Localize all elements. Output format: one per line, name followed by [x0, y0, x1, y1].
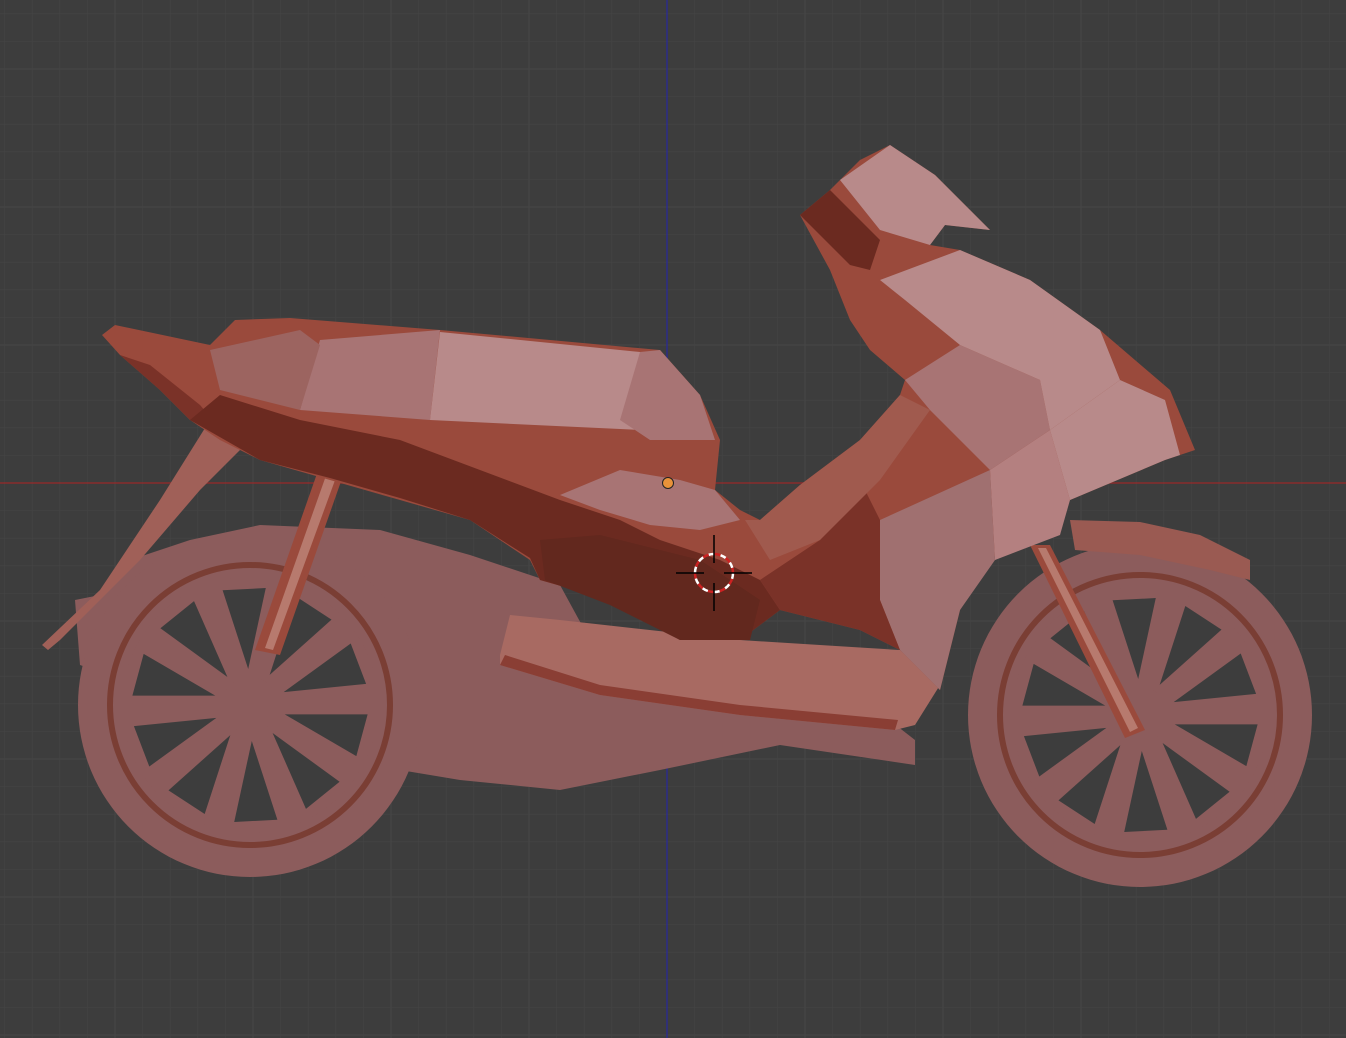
viewport-canvas[interactable] [0, 0, 1346, 1038]
object-origin-icon[interactable] [662, 477, 674, 489]
3d-viewport[interactable] [0, 0, 1346, 1038]
front-wheel [968, 543, 1312, 887]
motorcycle-mesh[interactable] [42, 145, 1312, 887]
rear-wheel [78, 533, 422, 877]
